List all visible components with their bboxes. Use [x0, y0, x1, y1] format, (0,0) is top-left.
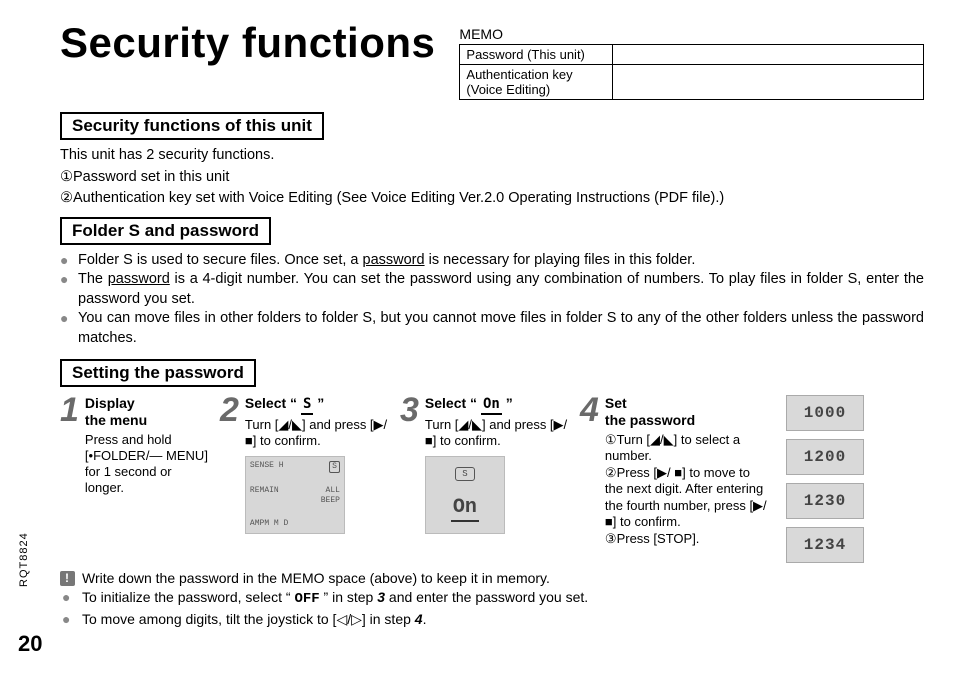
- lcd-sample-2: 1200: [786, 439, 864, 475]
- step-4-sub2: ②Press [▶/ ■] to move to the next digit.…: [605, 465, 770, 530]
- memo-row1-value: [613, 45, 924, 65]
- bullet-3: You can move files in other folders to f…: [60, 309, 924, 348]
- step-3-body: Turn [◢/◣] and press [▶/■] to confirm.: [425, 417, 570, 450]
- steps-row: 1 Display the menu Press and hold [•FOLD…: [60, 395, 924, 563]
- sec1-intro: This unit has 2 security functions.: [60, 146, 924, 166]
- bullet-2: The password is a 4-digit number. You ca…: [60, 270, 924, 309]
- on-indicator: On: [451, 495, 479, 522]
- memo-table: Password (This unit) Authentication key …: [459, 44, 924, 100]
- bullet-1: Folder S is used to secure files. Once s…: [60, 251, 924, 271]
- memo-row2-key: Authentication key (Voice Editing): [460, 65, 613, 100]
- memo-block: MEMO Password (This unit) Authentication…: [459, 26, 924, 100]
- step-3-title: Select “ On ”: [425, 395, 570, 416]
- step-2-body: Turn [◢/◣] and press [▶/■] to confirm.: [245, 417, 390, 450]
- lcd-sample-1: 1000: [786, 395, 864, 431]
- page-title: Security functions: [60, 20, 435, 66]
- step-4-substeps: ①Turn [◢/◣] to select a number. ②Press […: [605, 432, 770, 548]
- step-3-number: 3: [400, 393, 419, 427]
- step-2-number: 2: [220, 393, 239, 427]
- step-4-sub3: ③Press [STOP].: [605, 531, 770, 547]
- step-2: 2 Select “ S ” Turn [◢/◣] and press [▶/■…: [220, 395, 390, 534]
- document-code: RQT8824: [18, 532, 30, 587]
- step-1-body: Press and hold [•FOLDER/— MENU] for 1 se…: [85, 432, 210, 497]
- footer-notes: Write down the password in the MEMO spac…: [60, 569, 924, 630]
- step-1-number: 1: [60, 393, 79, 427]
- sec1-item2: ②Authentication key set with Voice Editi…: [60, 189, 924, 209]
- page-number: 20: [18, 631, 42, 657]
- folder-s-bullets: Folder S is used to secure files. Once s…: [60, 251, 924, 349]
- lcd-panel-step2: SENSE HS REMAINALLBEEP AMPM M D: [245, 456, 345, 534]
- lcd-panel-step3: S On: [425, 456, 505, 534]
- step-4-number: 4: [580, 393, 599, 427]
- step-1: 1 Display the menu Press and hold [•FOLD…: [60, 395, 210, 497]
- step-1-title: Display the menu: [85, 395, 210, 430]
- subhead-setting-password: Setting the password: [60, 359, 256, 387]
- s-icon: S: [455, 467, 475, 481]
- step-4: 4 Set the password ①Turn [◢/◣] to select…: [580, 395, 770, 549]
- step-3: 3 Select “ On ” Turn [◢/◣] and press [▶/…: [400, 395, 570, 534]
- lcd-sample-4: 1234: [786, 527, 864, 563]
- memo-row1-key: Password (This unit): [460, 45, 613, 65]
- lcd-sample-3: 1230: [786, 483, 864, 519]
- step-2-title: Select “ S ”: [245, 395, 390, 416]
- sec1-item1: ①Password set in this unit: [60, 168, 924, 188]
- note-initialize: To initialize the password, select “ OFF…: [60, 588, 924, 610]
- step-4-sub1: ①Turn [◢/◣] to select a number.: [605, 432, 770, 465]
- note-move-digits: To move among digits, tilt the joystick …: [60, 610, 924, 630]
- memo-row2-value: [613, 65, 924, 100]
- step-4-title: Set the password: [605, 395, 770, 430]
- note-memo-reminder: Write down the password in the MEMO spac…: [60, 569, 924, 589]
- subhead-folder-s: Folder S and password: [60, 217, 271, 245]
- password-lcd-column: 1000 1200 1230 1234: [786, 395, 864, 563]
- memo-label: MEMO: [459, 26, 924, 42]
- subhead-security-functions: Security functions of this unit: [60, 112, 324, 140]
